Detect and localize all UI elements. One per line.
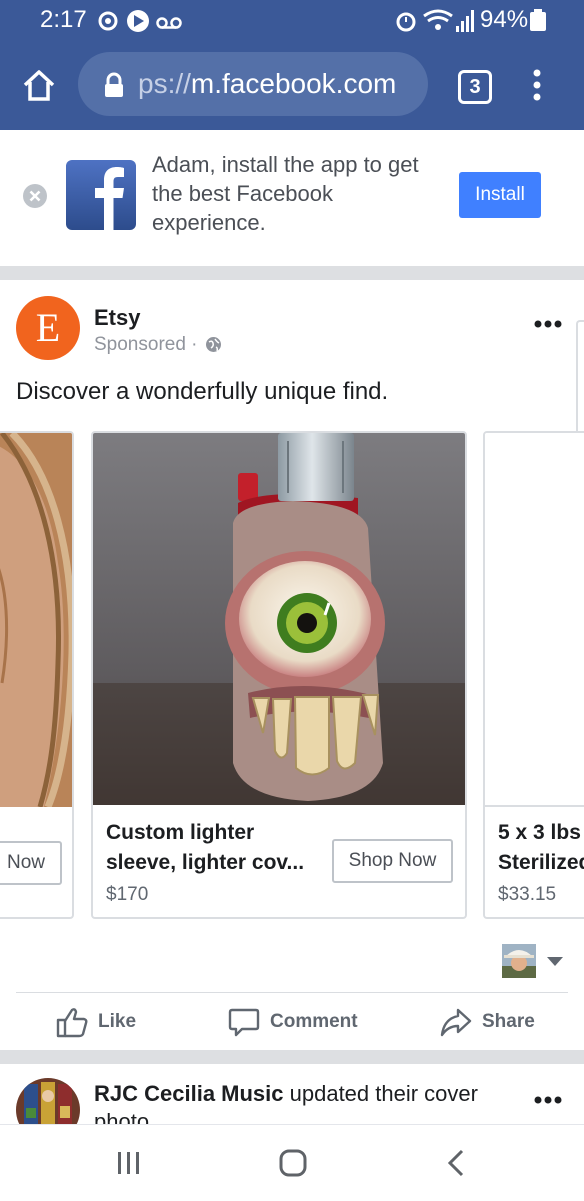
install-button[interactable]: Install [459,172,541,218]
actions-divider [16,992,568,993]
card-image-border [485,805,584,807]
url-scheme: ps:// [138,68,191,99]
carousel-card[interactable]: Custom lighter sleeve, lighter cov... $1… [91,431,467,919]
sponsored-label: Sponsored · [94,334,222,356]
section-divider [0,1050,584,1064]
section-divider [0,266,584,280]
voicemail-icon [156,17,182,29]
shop-now-button[interactable]: Now [0,841,62,885]
card-image [0,433,72,807]
like-icon [56,1008,88,1038]
share-icon [440,1008,472,1037]
comment-button[interactable]: Comment [228,1004,358,1040]
post-options-icon[interactable] [534,320,562,328]
advertiser-name[interactable]: Etsy [94,305,140,331]
install-banner-message: Adam, install the app to get the best Fa… [152,152,419,235]
globe-icon [205,337,221,352]
url-text[interactable]: ps://m.facebook.com [138,68,396,100]
card-price: $170 [106,884,149,905]
status-icons-left [98,10,182,32]
status-time: 2:17 [40,6,87,33]
wifi-icon [423,9,453,30]
chevron-down-icon[interactable] [546,956,564,968]
card-price: $33.15 [498,884,557,905]
card-image [485,433,584,805]
shop-now-button[interactable]: Shop Now [332,839,453,883]
battery-icon [530,9,546,31]
url-host: m.facebook.com [190,68,397,99]
post-options-icon[interactable] [534,1096,562,1104]
settings-icon [98,11,118,31]
home-icon[interactable] [22,68,56,102]
like-button[interactable]: Like [56,1004,136,1040]
tab-switcher-button[interactable]: 3 [458,70,492,104]
like-label: Like [98,1011,137,1032]
dismiss-banner-icon[interactable] [22,183,48,209]
recent-apps-icon[interactable] [116,1150,142,1176]
home-nav-icon[interactable] [278,1148,308,1178]
status-icons-right [396,9,474,32]
overflow-menu-icon[interactable] [530,68,544,102]
facebook-app-icon [66,160,136,230]
carousel-card[interactable]: 5 x 3 lbs Sterilized $33.15 [483,431,584,919]
card-image [93,433,465,805]
comment-icon [228,1008,260,1037]
advertiser-avatar[interactable]: E [16,296,80,360]
share-label: Share [482,1011,535,1032]
comment-label: Comment [270,1011,358,1032]
share-button[interactable]: Share [440,1004,535,1040]
post-text: Discover a wonderfully unique find. [16,378,389,405]
signal-icon [456,10,474,32]
back-icon[interactable] [446,1149,466,1177]
card-title-line1: 5 x 3 lbs [498,821,581,844]
card-title-line1: Custom lighter [106,821,255,844]
card-title-line2: Sterilized [498,851,584,874]
alarm-icon [396,12,416,32]
viewer-avatar[interactable] [502,944,536,978]
sponsored-text: Sponsored · [94,334,198,355]
card-title-line2: sleeve, lighter cov... [106,851,305,874]
page-name[interactable]: RJC Cecilia Music [94,1081,284,1106]
carousel-card[interactable]: Now [0,431,74,919]
play-icon [127,10,149,32]
lock-icon [105,72,123,97]
battery-percent: 94% [480,6,529,33]
